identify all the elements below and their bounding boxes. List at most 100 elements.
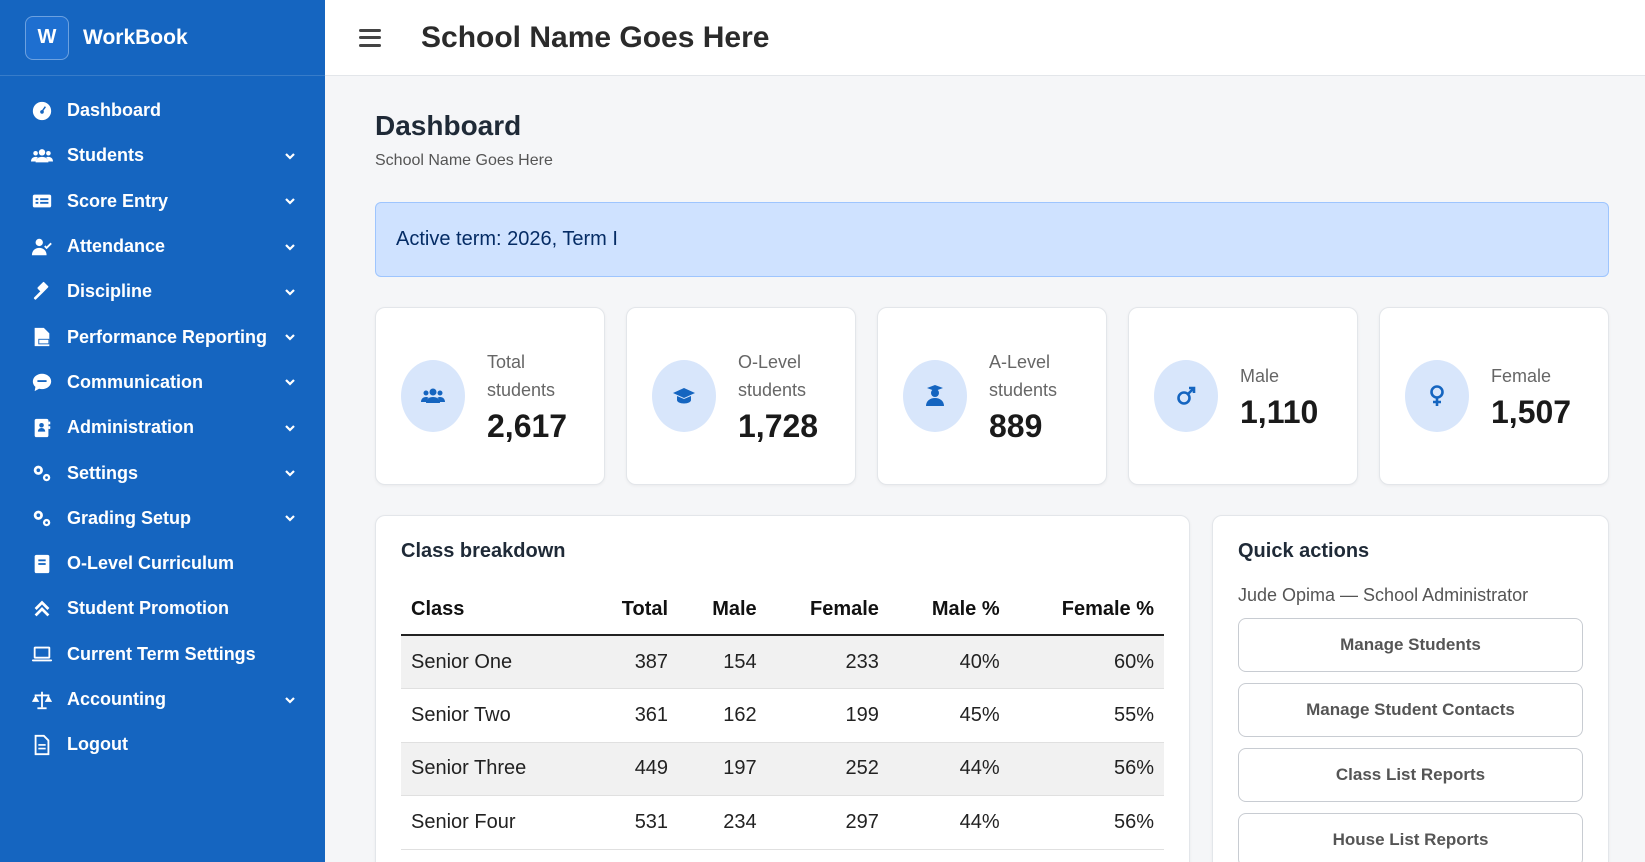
stat-label: Female <box>1491 365 1552 386</box>
class-breakdown-table: Class Total Male Female Male % Female % … <box>401 585 1164 850</box>
table-cell: Senior One <box>401 635 587 689</box>
manage-student-contacts-button[interactable]: Manage Student Contacts <box>1238 683 1583 737</box>
sidebar-item-administration[interactable]: Administration <box>0 405 325 450</box>
stat-label: Total <box>487 351 526 372</box>
sidebar-item-label: Discipline <box>67 281 153 302</box>
sidebar-item-label: Score Entry <box>67 190 169 211</box>
stat-label: students <box>738 379 807 400</box>
sidebar-item-current-term-settings[interactable]: Current Term Settings <box>0 632 325 677</box>
main-content: Dashboard School Name Goes Here Active t… <box>375 76 1609 862</box>
mars-icon <box>1154 360 1218 432</box>
table-cell: 449 <box>586 742 679 796</box>
table-cell: 40% <box>888 635 1010 689</box>
stat-label: A-Level <box>989 351 1051 372</box>
topbar: School Name Goes Here <box>325 0 1645 76</box>
column-header[interactable]: Female <box>766 585 889 636</box>
stat-card-a-level-students: A-Level students 889 <box>877 307 1107 485</box>
stat-value: 889 <box>989 407 1043 444</box>
table-cell: 252 <box>766 742 889 796</box>
brand[interactable]: W WorkBook <box>0 0 325 76</box>
file-pdf-icon <box>29 324 55 350</box>
quick-actions-title: Quick actions <box>1238 540 1370 562</box>
gauge-icon <box>29 98 55 124</box>
cogs-icon <box>29 505 55 531</box>
class-breakdown-title: Class breakdown <box>401 540 566 562</box>
table-cell: 55% <box>1009 688 1164 743</box>
column-header[interactable]: Class <box>401 585 587 636</box>
laptop-icon <box>29 641 55 667</box>
sidebar-item-label: Students <box>67 145 145 166</box>
venus-icon <box>1405 360 1469 432</box>
stat-label: O-Level <box>738 351 802 372</box>
sidebar-item-label: Administration <box>67 417 195 438</box>
active-term-alert: Active term: 2026, Term I <box>375 202 1609 277</box>
column-header[interactable]: Total <box>586 585 679 636</box>
brand-logo: W <box>25 15 69 60</box>
class-list-reports-button[interactable]: Class List Reports <box>1238 748 1583 802</box>
column-header[interactable]: Female % <box>1009 585 1164 636</box>
sidebar-item-label: Communication <box>67 371 204 392</box>
sidebar-item-accounting[interactable]: Accounting <box>0 677 325 722</box>
stat-card-male: Male 1,110 <box>1128 307 1358 485</box>
class-breakdown-card: Class breakdown Class Total Male Female … <box>375 515 1190 862</box>
sidebar-item-grading-setup[interactable]: Grading Setup <box>0 496 325 541</box>
sidebar-item-label: Settings <box>67 462 139 483</box>
users-icon <box>401 360 465 432</box>
chevron-down-icon <box>283 149 297 163</box>
table-cell: 162 <box>678 688 767 743</box>
sidebar-nav: Dashboard Students Score Entry Attendanc… <box>0 76 325 767</box>
stat-value: 1,110 <box>1240 393 1319 430</box>
sidebar-item-dashboard[interactable]: Dashboard <box>0 88 325 133</box>
scale-icon <box>29 687 55 713</box>
chevron-down-icon <box>283 285 297 299</box>
house-list-reports-button[interactable]: House List Reports <box>1238 813 1583 862</box>
stat-value: 1,728 <box>738 407 819 444</box>
sidebar-item-label: Accounting <box>67 689 166 709</box>
table-cell: 44% <box>888 795 1010 850</box>
table-cell: Senior Four <box>401 795 587 850</box>
table-cell: 44% <box>888 742 1010 796</box>
chevron-down-icon <box>283 330 297 344</box>
sidebar-item-label: Logout <box>67 734 128 755</box>
stat-card-total-students: Total students 2,617 <box>375 307 605 485</box>
sms-bubble-icon <box>29 369 55 395</box>
sidebar-item-communication[interactable]: Communication <box>0 360 325 405</box>
sidebar-item-students[interactable]: Students <box>0 133 325 178</box>
stat-label: Male <box>1240 365 1280 386</box>
sidebar-item-student-promotion[interactable]: Student Promotion <box>0 586 325 631</box>
stat-value: 2,617 <box>487 407 568 444</box>
table-row: Senior Two 361 162 199 45% 55% <box>401 688 1164 743</box>
sidebar-item-attendance[interactable]: Attendance <box>0 224 325 269</box>
stat-card-female: Female 1,507 <box>1379 307 1609 485</box>
gavel-icon <box>29 279 55 305</box>
book-icon <box>29 551 55 577</box>
page-subtitle: School Name Goes Here <box>375 152 553 169</box>
column-header[interactable]: Male <box>678 585 767 636</box>
chevron-down-icon <box>283 240 297 254</box>
table-cell: 56% <box>1009 742 1164 796</box>
table-cell: 387 <box>586 635 679 689</box>
column-header[interactable]: Male % <box>888 585 1010 636</box>
sidebar-item-score-entry[interactable]: Score Entry <box>0 179 325 224</box>
manage-students-button[interactable]: Manage Students <box>1238 618 1583 672</box>
sidebar-item-label: O-Level Curriculum <box>67 553 235 574</box>
sidebar-item-performance-reporting[interactable]: Performance Reporting <box>0 314 325 359</box>
file-icon <box>29 732 55 758</box>
sidebar-item-o-level-curriculum[interactable]: O-Level Curriculum <box>0 541 325 586</box>
table-cell: 361 <box>586 688 679 743</box>
graduation-cap-icon <box>652 360 716 432</box>
table-cell: 45% <box>888 688 1010 743</box>
table-row: Senior Three 449 197 252 44% 56% <box>401 742 1164 796</box>
sidebar-item-label: Dashboard <box>67 100 162 121</box>
sidebar-item-settings[interactable]: Settings <box>0 450 325 495</box>
table-cell: 60% <box>1009 635 1164 689</box>
current-user-text: Jude Opima — School Administrator <box>1238 585 1529 605</box>
hamburger-menu-icon[interactable] <box>359 28 381 47</box>
sidebar-item-discipline[interactable]: Discipline <box>0 269 325 314</box>
address-book-icon <box>29 415 55 441</box>
users-icon <box>29 143 55 169</box>
page-title: Dashboard <box>375 110 522 141</box>
sidebar-item-logout[interactable]: Logout <box>0 722 325 767</box>
stat-card-o-level-students: O-Level students 1,728 <box>626 307 856 485</box>
sidebar-item-label: Grading Setup <box>67 507 192 528</box>
